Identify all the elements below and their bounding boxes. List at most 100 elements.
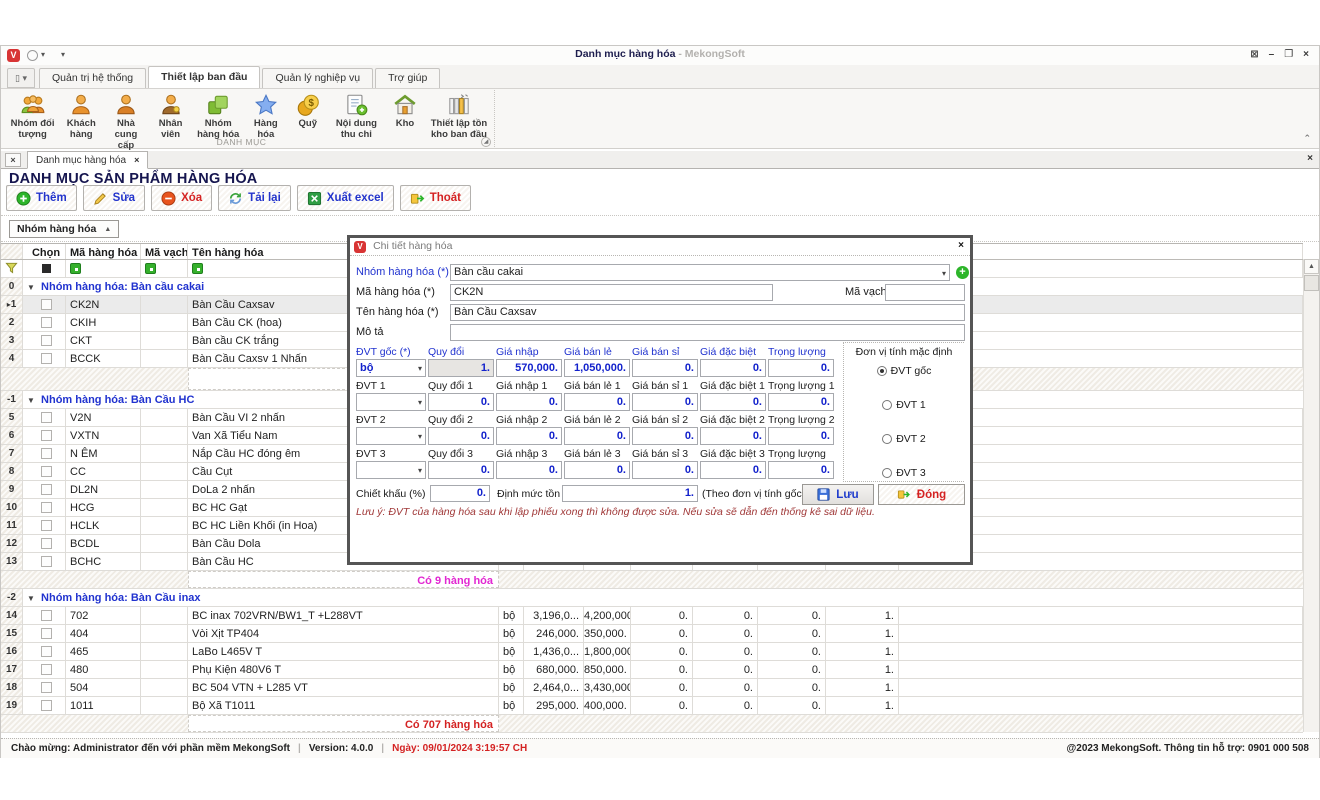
default-unit-option-0[interactable]: ĐVT gốc [844, 365, 964, 377]
vertical-scrollbar[interactable]: ▲ [1303, 259, 1319, 732]
table-row[interactable]: 191011Bộ Xã T1011bộ295,000.400,000.0.0.0… [1, 697, 1303, 715]
row-checkbox[interactable] [41, 700, 52, 711]
filter-edit-icon[interactable] [192, 263, 203, 274]
barcode-input[interactable] [885, 284, 965, 301]
select-all-checkbox[interactable] [42, 264, 51, 273]
row-checkbox[interactable] [41, 353, 52, 364]
unit-grid-input[interactable]: 0. [564, 393, 630, 411]
code-input[interactable]: CK2N [450, 284, 773, 301]
default-unit-option-2[interactable]: ĐVT 2 [844, 433, 964, 445]
group-footer-row[interactable]: Có 707 hàng hóa [1, 715, 1303, 733]
row-checkbox[interactable] [41, 682, 52, 693]
unit-grid-input[interactable]: 0. [564, 427, 630, 445]
unit-grid-input[interactable]: 570,000. [496, 359, 562, 377]
table-row[interactable]: 17480Phụ Kiện 480V6 Tbộ680,000.850,000.0… [1, 661, 1303, 679]
excel-button[interactable]: Xuất excel [297, 185, 394, 211]
row-checkbox[interactable] [41, 520, 52, 531]
unit-grid-input[interactable]: 0. [632, 393, 698, 411]
unit-grid-input[interactable]: 0. [700, 359, 766, 377]
unit-grid-input[interactable]: 0. [768, 427, 834, 445]
filter-funnel-icon[interactable] [5, 261, 18, 274]
tab-danh-muc-hang-hoa[interactable]: Danh mục hàng hóa× [27, 151, 148, 169]
unit-grid-input[interactable]: 1. [428, 359, 494, 377]
refresh-button[interactable]: Tải lại [218, 185, 291, 211]
unit-grid-input[interactable]: 0. [496, 393, 562, 411]
ribbon-item-product[interactable]: Hàng hóa [245, 91, 287, 142]
table-row[interactable]: 16465LaBo L465V Tbộ1,436,0...1,800,000.0… [1, 643, 1303, 661]
unit-grid-input[interactable]: 0. [632, 359, 698, 377]
unit-combobox[interactable]: ▾ [356, 393, 426, 411]
delete-button[interactable]: Xóa [151, 185, 212, 211]
save-button[interactable]: Lưu [802, 484, 874, 505]
filter-edit-icon[interactable] [145, 263, 156, 274]
row-checkbox[interactable] [41, 628, 52, 639]
table-row[interactable]: 18504BC 504 VTN + L285 VTbộ2,464,0...3,4… [1, 679, 1303, 697]
edit-button[interactable]: Sửa [83, 185, 145, 211]
unit-combobox[interactable]: ▾ [356, 461, 426, 479]
minimize-icon[interactable]: – [1269, 49, 1275, 61]
unit-grid-input[interactable]: 0. [700, 427, 766, 445]
ribbon-item-employee[interactable]: Nhân viên [150, 91, 192, 142]
ribbon-item-initial-stock[interactable]: Thiết lập tồn kho ban đầu [426, 91, 492, 142]
collapse-group-icon[interactable]: ▼ [27, 283, 35, 292]
unit-combobox[interactable]: ▾ [356, 427, 426, 445]
row-checkbox[interactable] [41, 448, 52, 459]
group-footer-row[interactable]: Có 9 hàng hóa [1, 571, 1303, 589]
ribbon-item-people-group[interactable]: Nhóm đối tượng [5, 91, 60, 142]
table-row[interactable]: 14702BC inax 702VRN/BW1_T +L288VTbộ3,196… [1, 607, 1303, 625]
discount-input[interactable]: 0. [430, 485, 490, 502]
close-window-icon[interactable]: × [1303, 49, 1309, 61]
unit-grid-input[interactable]: 1,050,000. [564, 359, 630, 377]
add-group-icon[interactable]: + [956, 266, 969, 279]
row-checkbox[interactable] [41, 412, 52, 423]
group-dialog-launcher-icon[interactable]: ◢ [481, 137, 491, 147]
unit-grid-input[interactable]: 0. [496, 461, 562, 479]
exit-button[interactable]: Thoát [400, 185, 471, 211]
row-checkbox[interactable] [41, 610, 52, 621]
ribbon-item-product-group[interactable]: Nhóm hàng hóa [192, 91, 245, 142]
unit-grid-input[interactable]: 0. [564, 461, 630, 479]
row-checkbox[interactable] [41, 538, 52, 549]
ribbon-item-receipt[interactable]: Nội dung thu chi [329, 91, 384, 142]
scroll-up-icon[interactable]: ▲ [1304, 259, 1319, 274]
row-checkbox[interactable] [41, 502, 52, 513]
close-button[interactable]: Đóng [878, 484, 965, 505]
collapse-ribbon-icon[interactable]: ⌃ [1303, 133, 1311, 144]
dialog-title-bar[interactable]: V Chi tiết hàng hóa × [350, 238, 970, 256]
close-dialog-icon[interactable]: × [958, 240, 964, 251]
collapse-group-icon[interactable]: ▼ [27, 594, 35, 603]
ribbon-item-fund[interactable]: $Quỹ [287, 91, 329, 131]
stock-norm-input[interactable]: 1. [562, 485, 698, 502]
ribbon-tab-thiết-lập-ban-đầu[interactable]: Thiết lập ban đầu [148, 66, 260, 88]
unit-grid-input[interactable]: 0. [700, 393, 766, 411]
scrollbar-thumb[interactable] [1304, 275, 1319, 291]
default-unit-option-1[interactable]: ĐVT 1 [844, 399, 964, 411]
table-row[interactable]: 15404Vòi Xịt TP404bộ246,000.350,000.0.0.… [1, 625, 1303, 643]
close-document-icon[interactable]: × [1307, 153, 1313, 164]
ribbon-tab-quản-trị-hệ-thống[interactable]: Quản trị hệ thống [39, 68, 146, 88]
row-checkbox[interactable] [41, 335, 52, 346]
window-split-icon[interactable]: ▯ ▾ [7, 68, 35, 88]
close-tab-icon[interactable]: × [134, 155, 139, 165]
desc-input[interactable] [450, 324, 965, 341]
row-checkbox[interactable] [41, 556, 52, 567]
add-button[interactable]: Thêm [6, 185, 77, 211]
row-checkbox[interactable] [41, 646, 52, 657]
row-checkbox[interactable] [41, 299, 52, 310]
name-input[interactable]: Bàn Cầu Caxsav [450, 304, 965, 321]
unit-grid-input[interactable]: 0. [632, 461, 698, 479]
unit-grid-input[interactable]: 0. [428, 427, 494, 445]
ribbon-tab-trợ-giúp[interactable]: Trợ giúp [375, 68, 440, 88]
unit-grid-input[interactable]: 0. [496, 427, 562, 445]
row-checkbox[interactable] [41, 430, 52, 441]
group-by-button[interactable]: Nhóm hàng hóa ▲ [9, 220, 119, 238]
row-checkbox[interactable] [41, 317, 52, 328]
unit-grid-input[interactable]: 0. [428, 393, 494, 411]
ribbon-tab-quản-lý-nghiệp-vụ[interactable]: Quản lý nghiệp vụ [262, 68, 373, 88]
unit-combobox[interactable]: bộ▾ [356, 359, 426, 377]
row-checkbox[interactable] [41, 466, 52, 477]
fit-window-icon[interactable]: ⊠ [1250, 49, 1258, 61]
default-unit-option-3[interactable]: ĐVT 3 [844, 467, 964, 479]
row-checkbox[interactable] [41, 484, 52, 495]
filter-edit-icon[interactable] [70, 263, 81, 274]
